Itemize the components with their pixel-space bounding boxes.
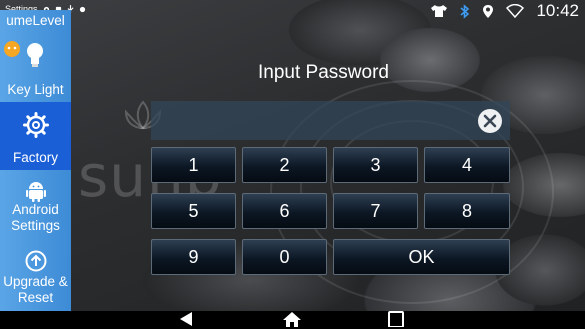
upgrade-icon [25, 250, 46, 272]
recents-button[interactable] [378, 311, 414, 329]
sidebar-item-android-settings[interactable]: Android Settings [0, 180, 71, 246]
gear-icon [22, 112, 49, 138]
key-0[interactable]: 0 [242, 239, 327, 275]
key-5[interactable]: 5 [151, 193, 236, 229]
sidebar-item-label: Android Settings [11, 202, 60, 233]
sidebar-item-factory[interactable]: Factory [0, 102, 71, 170]
wifi-icon [506, 4, 525, 18]
emoji-badge-icon [4, 41, 20, 57]
key-8[interactable]: 8 [424, 193, 510, 229]
key-3[interactable]: 3 [333, 147, 418, 183]
sidebar-item-label: Factory [12, 150, 58, 165]
back-icon [180, 312, 192, 326]
password-field[interactable] [151, 101, 510, 140]
sidebar-item-key-light[interactable]: Key Light [0, 38, 71, 102]
back-button[interactable] [168, 311, 204, 329]
key-light-icons [0, 38, 71, 74]
clear-button[interactable] [478, 109, 502, 133]
sidebar-item-label: umeLevel [6, 13, 65, 28]
key-2[interactable]: 2 [242, 147, 327, 183]
home-button[interactable] [274, 311, 310, 329]
key-7[interactable]: 7 [333, 193, 418, 229]
key-1[interactable]: 1 [151, 147, 236, 183]
bluetooth-icon [460, 3, 470, 19]
clock: 10:42 [536, 1, 579, 20]
sidebar-item-label: Key Light [7, 82, 64, 97]
sidebar-item-upgrade-reset[interactable]: Upgrade & Reset [0, 250, 71, 312]
dialog-title: Input Password [258, 62, 389, 83]
location-icon [483, 4, 494, 18]
android-icon [25, 182, 46, 202]
sidebar: umeLevel Key Light Factory Android Setti… [0, 10, 71, 312]
sidebar-item-label: Upgrade & Reset [3, 274, 68, 305]
key-4[interactable]: 4 [424, 147, 510, 183]
ok-button[interactable]: OK [333, 239, 510, 275]
key-9[interactable]: 9 [151, 239, 236, 275]
lightbulb-icon [27, 43, 43, 67]
key-6[interactable]: 6 [242, 193, 327, 229]
tshirt-icon [431, 5, 448, 17]
navigation-bar [0, 311, 585, 329]
app-icon [79, 6, 85, 12]
status-right: 10:42 [430, 0, 579, 22]
home-icon [283, 312, 301, 327]
close-icon [483, 114, 497, 128]
recents-icon [388, 311, 404, 327]
status-bar: Settings 10:42 [0, 0, 585, 22]
